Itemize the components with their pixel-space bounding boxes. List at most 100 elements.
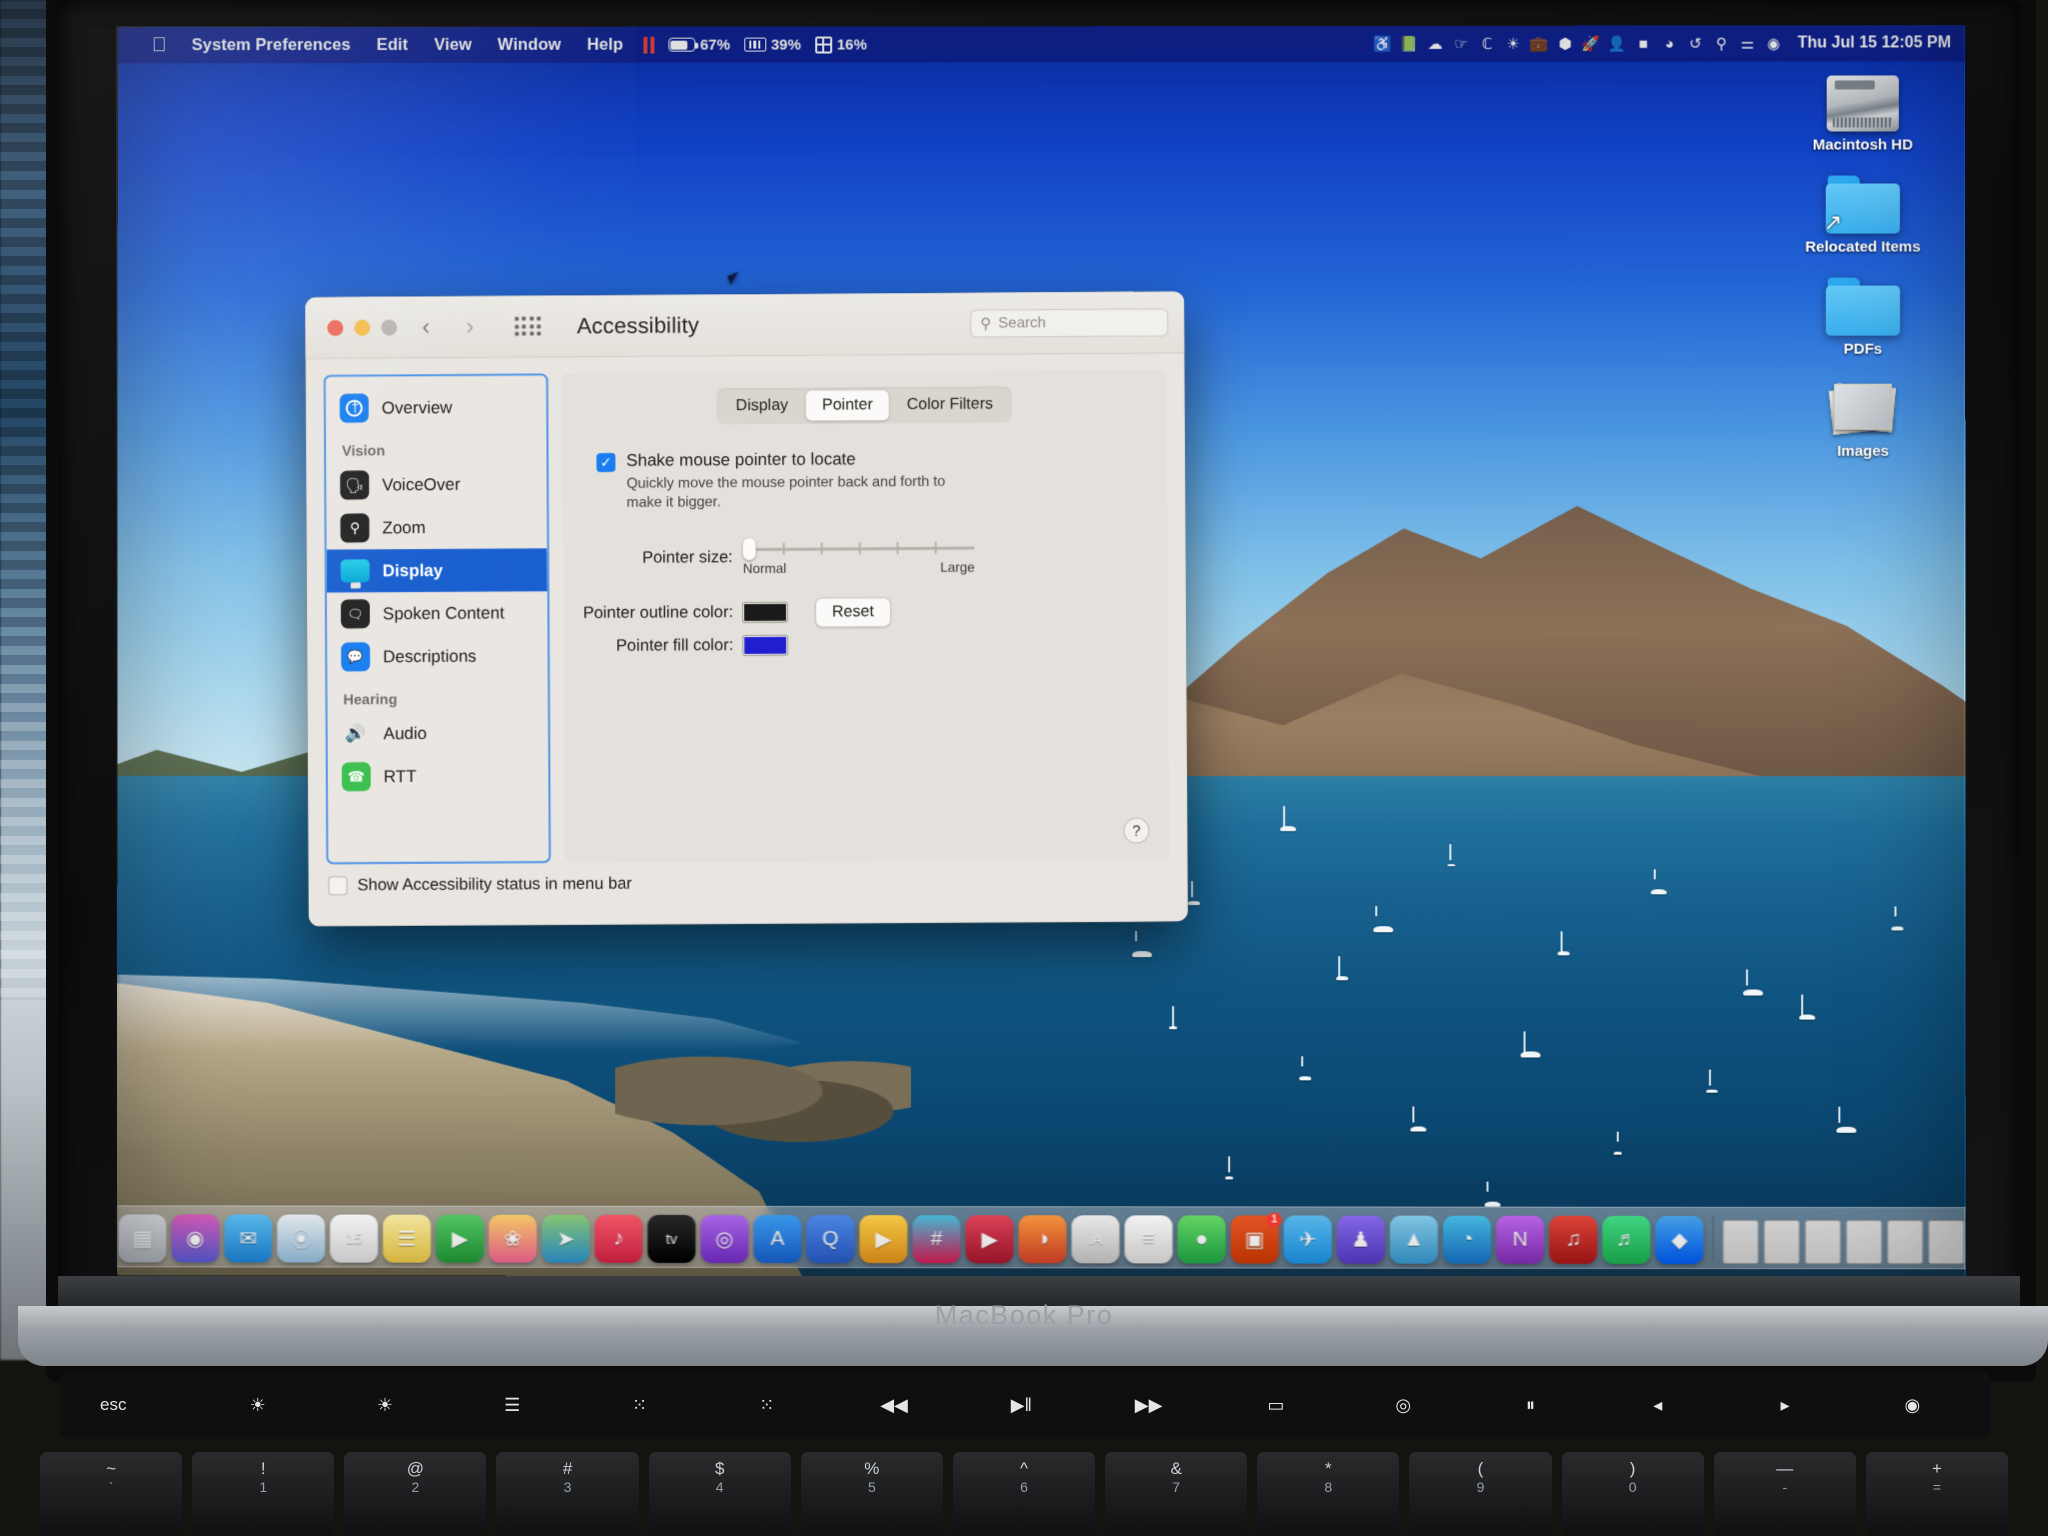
dock-minimized-window[interactable] (1887, 1220, 1924, 1265)
wifi-icon[interactable]: ◕ (1657, 33, 1681, 55)
time-machine-icon[interactable]: ↺ (1683, 33, 1707, 55)
desktop-icon-pdfs[interactable]: PDFs (1788, 277, 1938, 358)
dock-item-mail[interactable]: ✉ (224, 1214, 273, 1263)
touchbar-keyboard-dim-icon[interactable]: ⁙ (576, 1395, 703, 1416)
dock-item-siri[interactable]: ◉ (171, 1214, 220, 1263)
dock-item-iina[interactable]: ▶ (965, 1215, 1014, 1264)
pointer-outline-color-swatch[interactable] (742, 601, 789, 624)
brightness-icon[interactable]: ☀ (1501, 33, 1525, 55)
sidebar-item-overview[interactable]: Overview (326, 385, 547, 429)
touchbar-screenshot-icon[interactable]: ◎ (1340, 1395, 1467, 1416)
key-5[interactable]: % 5 (800, 1452, 943, 1536)
desktop-icon-macintosh-hd[interactable]: Macintosh HD (1788, 75, 1938, 154)
touchbar-rewind-icon[interactable]: ◀◀ (830, 1395, 957, 1416)
rocket-icon[interactable]: 🚀 (1579, 33, 1603, 55)
dock-item-twitter[interactable]: ✈ (1283, 1215, 1332, 1264)
tab-color-filters[interactable]: Color Filters (891, 389, 1009, 420)
desktop-icon-relocated-items[interactable]: ↗ Relocated Items (1788, 175, 1938, 256)
menu-view[interactable]: View (421, 32, 485, 58)
no-entry-icon[interactable]: ♿ (1371, 33, 1395, 55)
touchbar-esc[interactable]: esc (74, 1395, 194, 1415)
pointer-size-slider-knob[interactable] (742, 537, 756, 560)
battery-menu-icon[interactable]: ■ (1631, 33, 1655, 55)
key-1[interactable]: ! 1 (192, 1452, 335, 1536)
sidebar-item-display[interactable]: Display (326, 548, 548, 593)
key-3[interactable]: #3 (496, 1452, 639, 1536)
back-button[interactable]: ‹ (411, 313, 441, 341)
key-4[interactable]: $4 (648, 1452, 791, 1536)
dock-item-photos[interactable]: ❀ (488, 1214, 537, 1263)
touchbar-siri-icon[interactable]: ◉ (1849, 1395, 1976, 1416)
tab-pointer[interactable]: Pointer (806, 390, 889, 421)
dock-item-launchpad[interactable]: ▦ (118, 1214, 167, 1263)
toolbox-icon[interactable]: 💼 (1527, 33, 1551, 55)
dock-item-notes[interactable]: ☰ (382, 1214, 431, 1263)
touchbar-volume-down-icon[interactable]: ◂ (1594, 1395, 1721, 1416)
dock-item-microsoft-office[interactable]: ▣ 1 (1230, 1212, 1282, 1264)
menu-system-preferences[interactable]: System Preferences (179, 32, 364, 58)
dock-item-logic[interactable]: ♫ (1549, 1215, 1598, 1264)
spotlight-search-icon[interactable]: ⚲ (1709, 33, 1733, 55)
touchbar-brightness-up-icon[interactable]: ☀ (321, 1395, 448, 1416)
touchbar-volume-up-icon[interactable]: ▸ (1721, 1395, 1848, 1416)
dock-item-calendar[interactable]: 15 (329, 1214, 378, 1263)
status-cpu[interactable]: 16% (808, 36, 874, 54)
shake-pointer-checkbox[interactable]: ✓ (596, 452, 616, 473)
contacts-icon[interactable]: 👤 (1605, 33, 1629, 55)
touchbar-brightness-down-icon[interactable]: ☀ (194, 1395, 321, 1416)
dock-item-spotify[interactable]: ♬ (1602, 1215, 1651, 1264)
dock-minimized-window[interactable] (1722, 1219, 1759, 1265)
book-icon[interactable]: 📗 (1397, 33, 1421, 55)
dock-item-safari[interactable]: ⦿ (277, 1214, 326, 1263)
dock-item-appletv[interactable]: tv (647, 1214, 696, 1263)
dock-item-podcasts[interactable]: ◎ (700, 1214, 749, 1264)
control-center-icon[interactable]: ⚌ (1736, 33, 1760, 55)
dock-item-mastodon[interactable]: ♟ (1336, 1215, 1385, 1264)
dock-item-onenote[interactable]: N (1496, 1215, 1545, 1264)
sidebar-item-spoken-content[interactable]: 🗨 Spoken Content (327, 591, 548, 635)
touchbar-play-pause-icon[interactable]: ▶‖ (958, 1395, 1085, 1416)
minimize-button[interactable] (354, 319, 371, 336)
dock-item-dropbox[interactable]: ◆ (1655, 1215, 1704, 1264)
touchbar-mute-icon[interactable]: ⏸ (1467, 1395, 1594, 1416)
dock-item-maps[interactable]: ➤ (541, 1214, 590, 1263)
sidebar-item-voiceover[interactable]: 🗣 VoiceOver (326, 462, 547, 506)
touchbar-airplay-icon[interactable]: ▭ (1212, 1395, 1339, 1416)
sidebar-item-descriptions[interactable]: 💬 Descriptions (327, 634, 548, 678)
siri-menu-icon[interactable]: ◉ (1762, 33, 1786, 55)
dock-item-facetime[interactable]: ▶ (435, 1214, 484, 1263)
dock-item-drive[interactable]: ▲ (1389, 1215, 1438, 1264)
key-0[interactable]: ) 0 (1561, 1452, 1704, 1536)
search-box[interactable]: ⚲ Search (970, 307, 1169, 338)
dock-item-appstore[interactable]: A (753, 1214, 802, 1264)
menu-clock[interactable]: Thu Jul 15 12:05 PM (1788, 34, 1951, 52)
show-all-icon[interactable] (514, 316, 542, 336)
dock-minimized-window[interactable] (1845, 1220, 1883, 1265)
dock-item-edge[interactable]: ◔ (1442, 1215, 1492, 1264)
sidebar-item-audio[interactable]: 🔊 Audio (327, 711, 548, 755)
sidebar-item-rtt[interactable]: ☎ RTT (328, 754, 549, 798)
key-6[interactable]: ^ 6 (952, 1452, 1096, 1536)
touchbar-fast-forward-icon[interactable]: ▶▶ (1085, 1395, 1212, 1416)
cloud-icon[interactable]: ☁ (1423, 33, 1447, 55)
dock-minimized-window[interactable] (1763, 1219, 1800, 1265)
key-8[interactable]: * 8 (1257, 1452, 1400, 1536)
reset-button[interactable]: Reset (815, 596, 891, 628)
menu-help[interactable]: Help (574, 32, 636, 58)
dock-item-textedit[interactable]: ≡ (1124, 1215, 1173, 1264)
dock-minimized-window[interactable] (1928, 1220, 1965, 1265)
pointer-size-slider[interactable] (742, 537, 975, 560)
key--[interactable]: — - (1713, 1452, 1856, 1536)
maximize-button[interactable] (381, 319, 398, 336)
status-pause-icon[interactable] (636, 36, 661, 54)
dock-item-slack[interactable]: # (912, 1215, 961, 1264)
key-`[interactable]: ~ ` (40, 1452, 183, 1536)
dock-item-firefox[interactable]: ◑ (1018, 1215, 1067, 1264)
key-9[interactable]: (9 (1409, 1452, 1552, 1536)
show-accessibility-status-checkbox[interactable] (328, 876, 348, 896)
close-button[interactable] (327, 319, 344, 336)
dock-item-keynote[interactable]: ▶ (859, 1215, 908, 1264)
status-battery[interactable]: 67% (661, 36, 737, 53)
key-=[interactable]: + = (1865, 1452, 2009, 1536)
dock-item-ia-writer[interactable]: iA (1071, 1215, 1120, 1264)
